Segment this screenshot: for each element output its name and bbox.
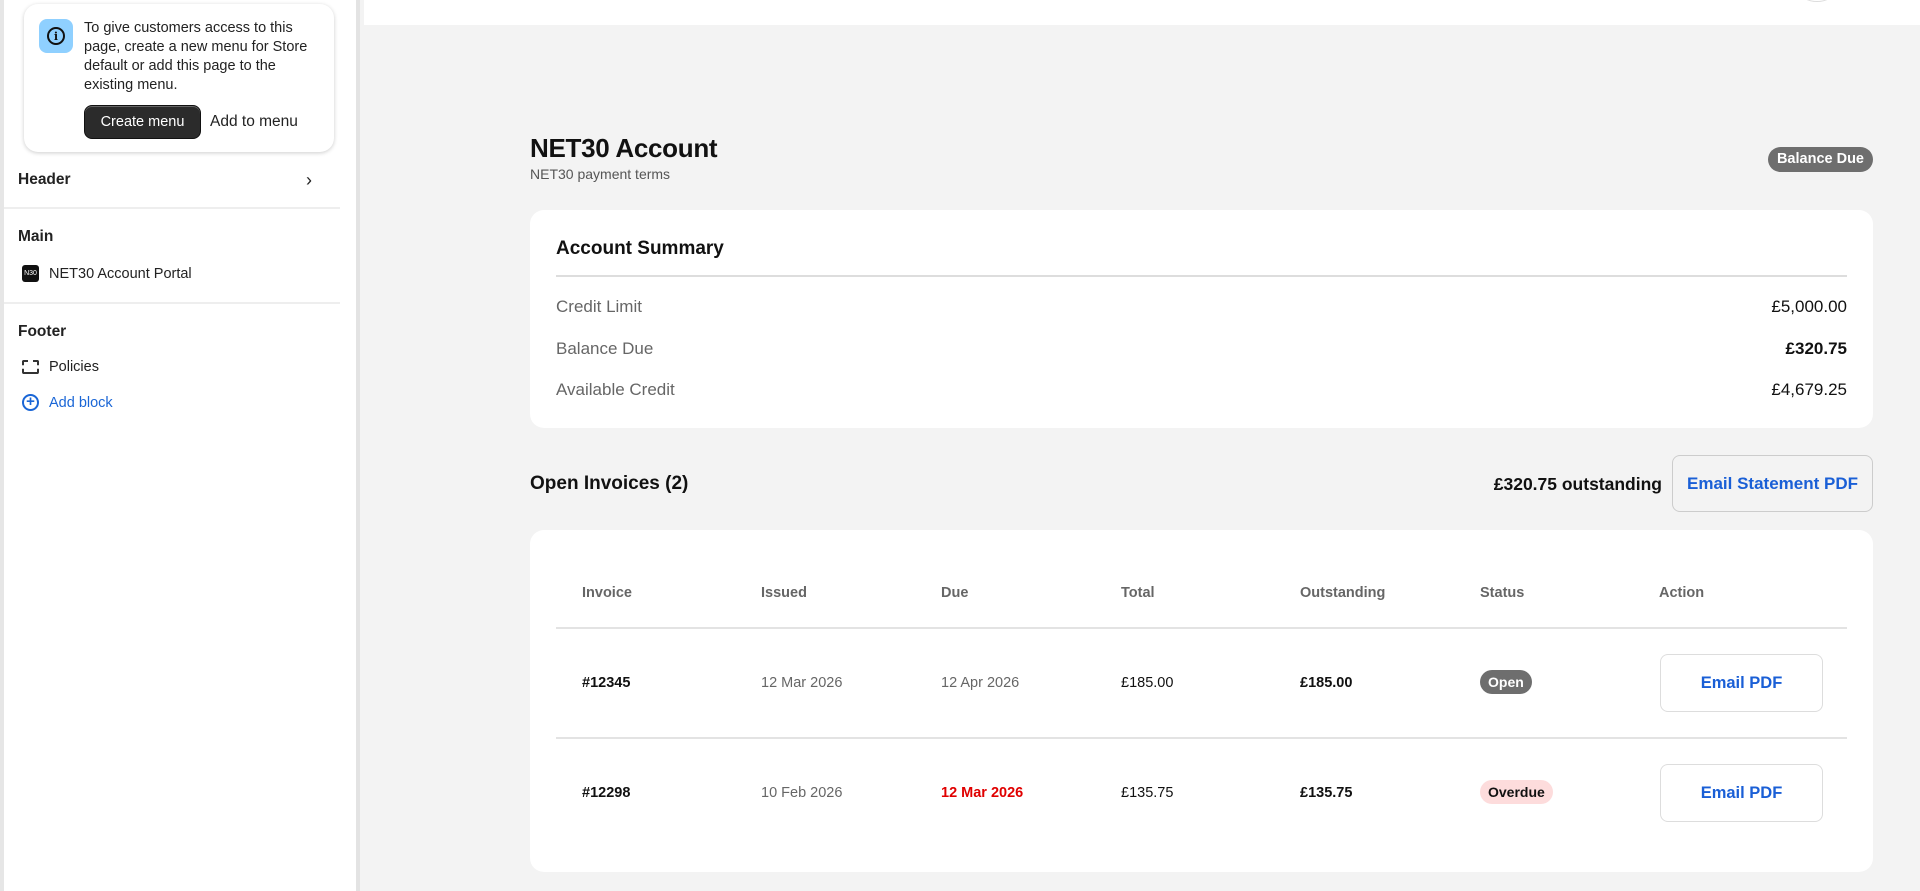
sidebar-item-label: NET30 Account Portal <box>49 265 192 282</box>
info-icon: i <box>39 19 73 53</box>
invoice-number: #12345 <box>582 675 631 691</box>
column-header: Total <box>1121 585 1155 601</box>
outstanding: £135.75 <box>1300 785 1353 801</box>
label: Available Credit <box>556 380 675 399</box>
value: £4,679.25 <box>1771 380 1847 399</box>
column-header: Outstanding <box>1300 585 1386 601</box>
label: Credit Limit <box>556 297 642 316</box>
due-date: 12 Mar 2026 <box>941 785 1024 801</box>
email-statement-pdf-button[interactable]: Email Statement PDF <box>1672 455 1873 512</box>
divider <box>4 207 340 209</box>
column-header: Status <box>1480 585 1525 601</box>
invoices-table: Invoice Issued Due Total Outstanding Sta… <box>530 530 1873 872</box>
sidebar: i To give customers access to this page,… <box>0 0 360 891</box>
outstanding: £185.00 <box>1300 675 1353 691</box>
add-to-menu-button[interactable]: Add to menu <box>210 105 298 139</box>
account-summary-card: Account Summary Credit Limit £5,000.00 Ba… <box>530 210 1873 428</box>
sidebar-item-net30-portal[interactable]: N30 NET30 Account Portal <box>22 265 192 282</box>
total: £185.00 <box>1121 675 1174 691</box>
open-invoices-heading: Open Invoices (2) <box>530 473 689 494</box>
sidebar-item-label: Policies <box>49 359 99 375</box>
divider <box>4 302 340 304</box>
chevron-right-icon[interactable]: › <box>306 170 312 191</box>
divider <box>556 737 1847 739</box>
header-section[interactable]: Header <box>18 171 71 189</box>
divider <box>556 627 1847 629</box>
issued-date: 12 Mar 2026 <box>761 675 843 691</box>
app-logo-icon: N30 <box>22 265 39 282</box>
email-pdf-button[interactable]: Email PDF <box>1660 654 1823 712</box>
summary-heading: Account Summary <box>556 238 724 259</box>
column-header: Invoice <box>582 585 632 601</box>
outstanding-total: £320.75 outstanding <box>1493 474 1662 494</box>
divider <box>556 275 1847 277</box>
column-header: Due <box>941 585 969 601</box>
column-header: Action <box>1659 585 1705 601</box>
total: £135.75 <box>1121 785 1174 801</box>
issued-date: 10 Feb 2026 <box>761 785 843 801</box>
main-section-label: Main <box>18 228 54 245</box>
value: £5,000.00 <box>1771 297 1847 316</box>
summary-row-credit-limit: Credit Limit £5,000.00 <box>556 297 1847 317</box>
summary-row-available-credit: Available Credit £4,679.25 <box>556 380 1847 400</box>
summary-row-balance-due: Balance Due £320.75 <box>556 339 1847 359</box>
notice-text: To give customers access to this page, c… <box>84 20 308 93</box>
value: £320.75 <box>1785 339 1847 358</box>
due-date: 12 Apr 2026 <box>941 675 1020 691</box>
section-icon <box>22 360 39 374</box>
sidebar-item-policies[interactable]: Policies <box>22 359 99 375</box>
status-badge: Balance Due <box>1767 147 1873 172</box>
page-title: NET30 Account <box>530 133 718 163</box>
column-header: Issued <box>761 585 807 601</box>
status-badge: Overdue <box>1480 780 1553 804</box>
add-block-label: Add block <box>49 394 113 411</box>
page-subtitle: NET30 payment terms <box>530 166 671 182</box>
menu-notice: i To give customers access to this page,… <box>24 4 334 152</box>
plus-circle-icon: + <box>22 394 39 411</box>
invoice-number: #12298 <box>582 785 631 801</box>
add-block-button[interactable]: + Add block <box>22 394 113 411</box>
status-badge: Open <box>1480 670 1532 694</box>
email-pdf-button[interactable]: Email PDF <box>1660 764 1823 822</box>
footer-section-label: Footer <box>18 323 67 340</box>
preview-top-bar <box>364 0 1920 25</box>
label: Balance Due <box>556 339 654 358</box>
create-menu-button[interactable]: Create menu <box>84 105 201 139</box>
